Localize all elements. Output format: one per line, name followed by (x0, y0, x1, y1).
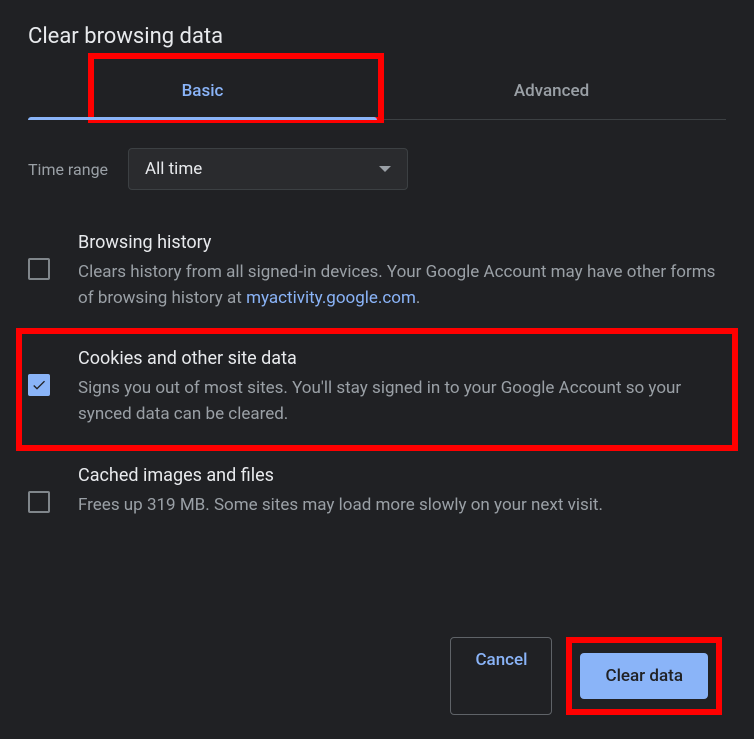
tab-advanced[interactable]: Advanced (377, 63, 726, 119)
desc-suffix: . (416, 288, 420, 308)
option-content: Browsing history Clears history from all… (78, 232, 726, 312)
dialog-buttons: Cancel Clear data (28, 637, 726, 715)
clear-data-button-label: Clear data (605, 666, 683, 686)
option-title-browsing-history: Browsing history (78, 232, 726, 253)
time-range-select[interactable]: All time (128, 148, 408, 190)
time-range-label: Time range (28, 160, 108, 179)
option-title-cookies: Cookies and other site data (78, 348, 726, 369)
checkbox-cached[interactable] (28, 491, 50, 513)
cancel-button-label: Cancel (475, 650, 527, 670)
option-desc-cookies: Signs you out of most sites. You'll stay… (78, 375, 726, 428)
option-content: Cookies and other site data Signs you ou… (78, 348, 726, 428)
time-range-row: Time range All time (28, 148, 726, 190)
option-content: Cached images and files Frees up 319 MB.… (78, 465, 726, 518)
option-browsing-history: Browsing history Clears history from all… (28, 220, 726, 330)
option-desc-cached: Frees up 319 MB. Some sites may load mor… (78, 492, 726, 518)
option-cached: Cached images and files Frees up 319 MB.… (28, 453, 726, 536)
chevron-down-icon (379, 166, 391, 172)
tab-underline-indicator (28, 117, 377, 120)
tab-advanced-label: Advanced (514, 81, 589, 101)
option-cookies: Cookies and other site data Signs you ou… (28, 340, 726, 440)
annotation-highlight-clear-button: Clear data (566, 637, 722, 715)
clear-data-button[interactable]: Clear data (580, 653, 708, 699)
checkmark-icon (31, 377, 47, 393)
tab-basic-label: Basic (182, 81, 224, 101)
option-title-cached: Cached images and files (78, 465, 726, 486)
tab-basic[interactable]: Basic (28, 63, 377, 119)
time-range-value: All time (145, 159, 202, 179)
checkbox-cookies[interactable] (28, 374, 50, 396)
checkbox-browsing-history[interactable] (28, 258, 50, 280)
myactivity-link[interactable]: myactivity.google.com (246, 288, 416, 308)
tabs: Basic Advanced (28, 63, 726, 120)
cancel-button[interactable]: Cancel (450, 637, 552, 715)
dialog-title: Clear browsing data (28, 24, 726, 49)
clear-browsing-data-dialog: Clear browsing data Basic Advanced Time … (0, 0, 754, 739)
option-desc-browsing-history: Clears history from all signed-in device… (78, 259, 726, 312)
